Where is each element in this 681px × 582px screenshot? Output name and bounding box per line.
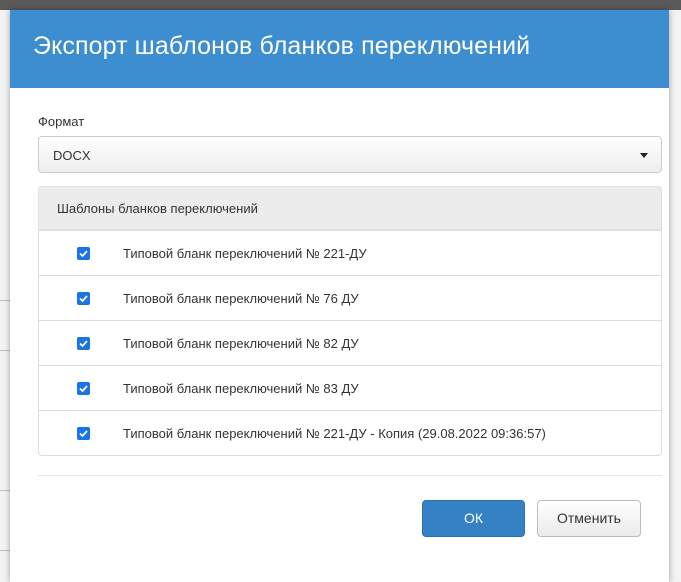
template-row[interactable]: Типовой бланк переключений № 82 ДУ	[39, 320, 661, 365]
background-top-bar	[0, 0, 681, 10]
format-select[interactable]: DOCX	[38, 136, 662, 173]
template-row[interactable]: Типовой бланк переключений № 83 ДУ	[39, 365, 661, 410]
caret-down-icon	[640, 153, 648, 158]
background-divider	[0, 350, 10, 351]
template-label: Типовой бланк переключений № 82 ДУ	[123, 336, 359, 351]
template-row[interactable]: Типовой бланк переключений № 221-ДУ - Ко…	[39, 410, 661, 455]
export-dialog: Экспорт шаблонов бланков переключений Фо…	[10, 10, 669, 582]
checkbox-checked-icon[interactable]	[77, 382, 90, 395]
templates-list: Типовой бланк переключений № 221-ДУ Типо…	[38, 230, 662, 456]
background-divider	[0, 550, 10, 551]
templates-panel: Шаблоны бланков переключений Типовой бла…	[38, 186, 662, 457]
templates-heading: Шаблоны бланков переключений	[38, 186, 662, 230]
template-label: Типовой бланк переключений № 76 ДУ	[123, 291, 359, 306]
background-divider	[0, 300, 10, 301]
checkbox-checked-icon[interactable]	[77, 292, 90, 305]
dialog-title: Экспорт шаблонов бланков переключений	[33, 32, 531, 60]
template-label: Типовой бланк переключений № 83 ДУ	[123, 381, 359, 396]
template-label: Типовой бланк переключений № 221-ДУ - Ко…	[123, 426, 546, 441]
format-select-value: DOCX	[53, 148, 91, 163]
template-label: Типовой бланк переключений № 221-ДУ	[123, 246, 367, 261]
checkbox-checked-icon[interactable]	[77, 247, 90, 260]
footer-divider	[38, 475, 662, 476]
ok-button[interactable]: ОК	[422, 500, 525, 537]
templates-heading-text: Шаблоны бланков переключений	[57, 201, 258, 216]
dialog-header: Экспорт шаблонов бланков переключений	[10, 10, 669, 88]
template-row[interactable]: Типовой бланк переключений № 221-ДУ	[39, 230, 661, 275]
template-row[interactable]: Типовой бланк переключений № 76 ДУ	[39, 275, 661, 320]
background-right-strip	[669, 10, 681, 582]
checkbox-checked-icon[interactable]	[77, 427, 90, 440]
checkbox-checked-icon[interactable]	[77, 337, 90, 350]
background-left-strip	[0, 10, 10, 582]
cancel-button[interactable]: Отменить	[537, 500, 641, 537]
format-label: Формат	[38, 114, 85, 129]
background-divider	[0, 490, 10, 491]
